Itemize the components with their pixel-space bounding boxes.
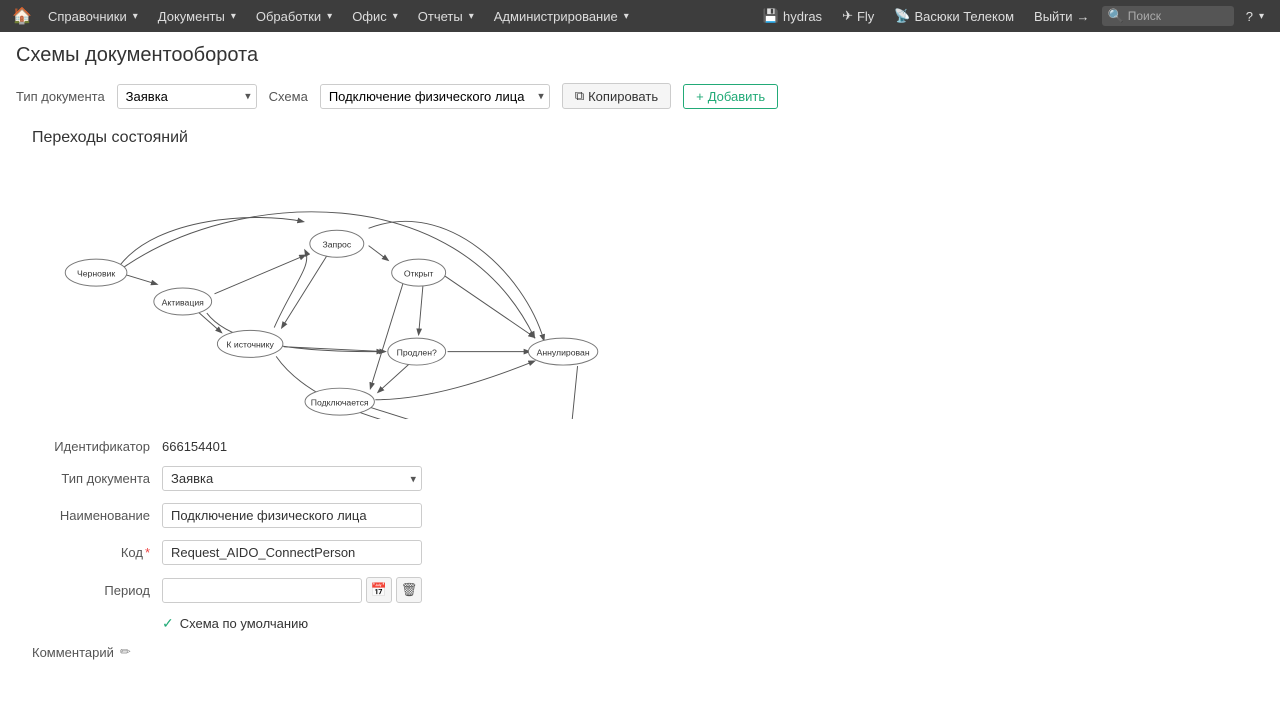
period-label: Период <box>32 583 162 598</box>
id-value: 666154401 <box>162 439 227 454</box>
nav-item-processing[interactable]: Обработки ▾ <box>248 0 340 32</box>
page-content: Схемы документооборота Тип документа Зая… <box>0 32 1280 672</box>
doc-type-form-label: Тип документа <box>32 471 162 486</box>
nav-item-office[interactable]: Офис ▾ <box>344 0 406 32</box>
copy-button[interactable]: ⧉ Копировать <box>562 83 671 109</box>
code-row: Код <box>16 540 1264 565</box>
schema-select[interactable]: Подключение физического лица <box>320 84 550 109</box>
doc-type-select[interactable]: Заявка <box>117 84 257 109</box>
toolbar: Тип документа Заявка Схема Подключение ф… <box>16 83 1264 109</box>
period-date-row: 📅 🗑 <box>162 577 422 603</box>
workflow-graph: Черновик Активация Запрос Открыт К источ… <box>32 159 632 419</box>
period-row: Период 📅 🗑 <box>16 577 1264 603</box>
name-input[interactable] <box>162 503 422 528</box>
nav-hydras[interactable]: 💾 hydras <box>755 0 830 32</box>
add-button[interactable]: + Добавить <box>683 84 778 109</box>
help-button[interactable]: ? ▾ <box>1238 0 1272 32</box>
id-row: Идентификатор 666154401 <box>16 439 1264 454</box>
server-icon: 💾 <box>763 8 779 24</box>
id-label: Идентификатор <box>32 439 162 454</box>
chevron-down-icon: ▾ <box>133 11 138 22</box>
nav-telecom[interactable]: 📡 Васюки Телеком <box>886 0 1022 32</box>
svg-text:К источнику: К источнику <box>226 340 274 350</box>
copy-icon: ⧉ <box>575 88 584 104</box>
svg-text:Подключается: Подключается <box>311 398 369 408</box>
states-section-title: Переходы состояний <box>16 129 1264 147</box>
schema-label: Схема <box>269 89 308 104</box>
chevron-down-icon: ▾ <box>469 11 474 22</box>
chevron-down-icon: ▾ <box>231 11 236 22</box>
chevron-down-icon: ▾ <box>393 11 398 22</box>
search-box[interactable]: 🔍 <box>1102 6 1234 26</box>
nav-fly[interactable]: ✈ Fly <box>834 0 882 32</box>
home-button[interactable]: 🏠 <box>8 2 36 30</box>
svg-text:Активация: Активация <box>162 297 205 307</box>
signal-icon: 📡 <box>894 8 910 24</box>
svg-text:Открыт: Открыт <box>404 268 434 278</box>
calendar-icon: 📅 <box>371 582 387 598</box>
doc-type-form-select-wrapper[interactable]: Заявка <box>162 466 422 491</box>
svg-text:Запрос: Запрос <box>322 240 351 250</box>
default-schema-row: ✓ Схема по умолчанию <box>16 615 1264 632</box>
svg-text:Аннулирован: Аннулирован <box>537 347 590 357</box>
topnav-right: 💾 hydras ✈ Fly 📡 Васюки Телеком Выйти → … <box>755 0 1272 32</box>
chevron-down-icon: ▾ <box>624 11 629 22</box>
form-section: Идентификатор 666154401 Тип документа За… <box>16 439 1264 660</box>
nav-item-reports[interactable]: Отчеты ▾ <box>410 0 482 32</box>
doc-type-label: Тип документа <box>16 89 105 104</box>
edit-icon[interactable]: ✏ <box>120 644 131 660</box>
fly-icon: ✈ <box>842 8 853 24</box>
search-input[interactable] <box>1128 9 1228 23</box>
topnav: 🏠 Справочники ▾ Документы ▾ Обработки ▾ … <box>0 0 1280 32</box>
checkbox-checked-icon: ✓ <box>162 615 174 632</box>
comment-row: Комментарий ✏ <box>16 644 1264 660</box>
nav-item-documents[interactable]: Документы ▾ <box>150 0 244 32</box>
nav-item-admin[interactable]: Администрирование ▾ <box>486 0 637 32</box>
page-title: Схемы документооборота <box>16 44 1264 67</box>
schema-select-wrapper[interactable]: Подключение физического лица <box>320 84 550 109</box>
trash-icon: 🗑 <box>401 582 418 598</box>
search-icon: 🔍 <box>1108 8 1124 24</box>
calendar-button[interactable]: 📅 <box>366 577 392 603</box>
name-label: Наименование <box>32 508 162 523</box>
period-input[interactable] <box>162 578 362 603</box>
doc-type-form-row: Тип документа Заявка <box>16 466 1264 491</box>
svg-text:Черновик: Черновик <box>77 268 115 278</box>
svg-text:Продлен?: Продлен? <box>397 347 437 357</box>
doc-type-form-select[interactable]: Заявка <box>162 466 422 491</box>
code-input[interactable] <box>162 540 422 565</box>
name-row: Наименование <box>16 503 1264 528</box>
logout-icon: → <box>1077 9 1090 24</box>
nav-item-handbooks[interactable]: Справочники ▾ <box>40 0 146 32</box>
chevron-down-icon: ▾ <box>327 11 332 22</box>
logout-button[interactable]: Выйти → <box>1026 0 1098 32</box>
code-label: Код <box>32 545 162 560</box>
default-schema-label: Схема по умолчанию <box>180 616 308 631</box>
doc-type-select-wrapper[interactable]: Заявка <box>117 84 257 109</box>
clear-date-button[interactable]: 🗑 <box>396 577 422 603</box>
chevron-down-icon: ▾ <box>1259 11 1264 22</box>
plus-icon: + <box>696 89 704 104</box>
comment-label: Комментарий <box>32 645 114 660</box>
